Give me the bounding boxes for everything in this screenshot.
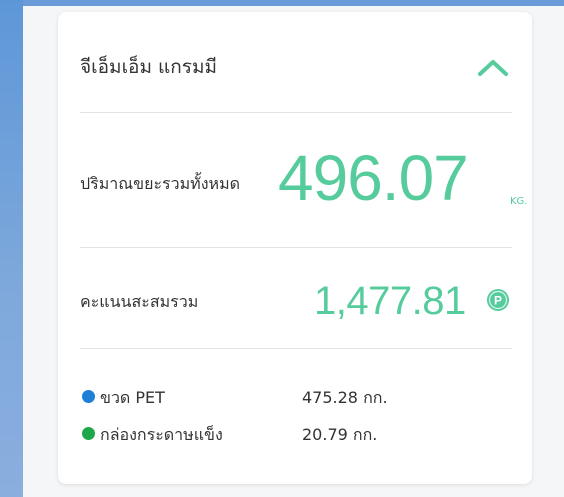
points-label: คะแนนสะสมรวม: [80, 292, 199, 311]
total-waste-value: 496.07: [278, 142, 469, 214]
divider: [80, 112, 512, 113]
company-summary-card: จีเอ็มเอ็ม แกรมมี ปริมาณขยะรวมทั้งหมด 49…: [58, 12, 532, 484]
collapse-toggle-button[interactable]: [476, 56, 510, 78]
pet-label: ขวด PET: [100, 388, 165, 407]
chevron-up-icon: [478, 60, 508, 76]
cardboard-label: กล่องกระดาษแข็ง: [100, 425, 223, 444]
points-badge-icon: P: [487, 289, 509, 311]
points-value: 1,477.81: [314, 279, 466, 323]
divider: [80, 348, 512, 349]
cardboard-amount: 20.79 กก.: [302, 425, 378, 444]
company-name: จีเอ็มเอ็ม แกรมมี: [80, 56, 218, 78]
left-edge-panel: [0, 0, 23, 497]
svg-text:P: P: [494, 294, 502, 308]
pet-amount: 475.28 กก.: [302, 388, 388, 407]
cardboard-color-dot: [82, 427, 95, 440]
pet-color-dot: [82, 390, 95, 403]
total-waste-unit: KG.: [510, 196, 528, 207]
divider: [80, 247, 512, 248]
list-item: ขวด PET 475.28 กก.: [80, 386, 520, 408]
list-item: กล่องกระดาษแข็ง 20.79 กก.: [80, 423, 520, 445]
total-waste-label: ปริมาณขยะรวมทั้งหมด: [80, 174, 240, 193]
